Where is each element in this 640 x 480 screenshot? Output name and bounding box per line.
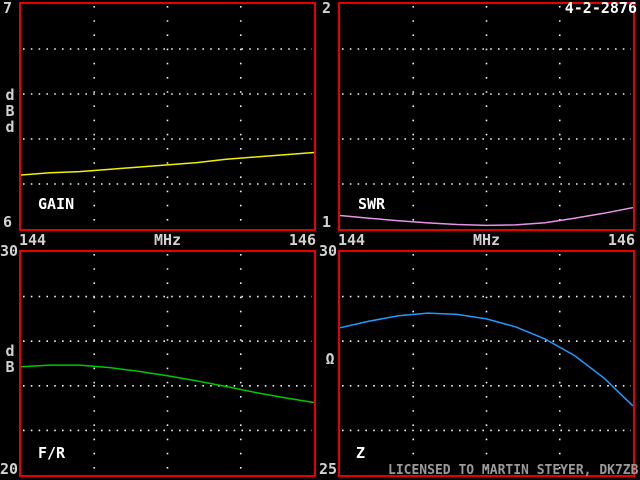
gain-xtick-146: 146 <box>288 231 316 249</box>
fr-ytick-top: 30 <box>0 242 19 260</box>
z-yaxis-unit-ohm: Ω <box>324 351 336 367</box>
yaxis-unit-char: Ω <box>325 350 335 368</box>
antenna-analysis-screen: { "window": { "date_stamp": "4-2-2876", … <box>0 0 640 480</box>
z-ytick-top: 30 <box>319 242 338 260</box>
fr-panel-title: F/R <box>38 444 66 462</box>
z-curve <box>340 312 633 407</box>
fr-ytick-bottom: 20 <box>0 460 19 478</box>
swr-ytick-top: 2 <box>322 0 332 17</box>
gain-ytick-top: 7 <box>3 0 13 17</box>
gain-yaxis-unit-dbd: dBd <box>4 87 16 135</box>
swr-xaxis-row: 144 MHz 146 <box>338 232 635 248</box>
z-panel-title: Z <box>356 444 366 462</box>
z-ytick-bottom: 25 <box>319 460 338 478</box>
gain-xaxis-unit: MHz <box>153 231 182 249</box>
gain-panel-title: GAIN <box>38 195 75 213</box>
fr-yaxis-unit-db: dB <box>4 343 16 375</box>
yaxis-unit-char: B <box>5 358 15 376</box>
gain-ytick-bottom: 6 <box>3 213 13 231</box>
fr-chart-panel <box>19 250 316 477</box>
swr-ytick-bottom: 1 <box>322 213 332 231</box>
swr-xtick-146: 146 <box>607 231 635 249</box>
swr-xtick-144: 144 <box>338 231 366 249</box>
yaxis-unit-char: d <box>5 342 15 360</box>
swr-panel-title: SWR <box>358 195 386 213</box>
gain-xaxis-row: 144 MHz 146 <box>19 232 316 248</box>
z-chart-panel <box>338 250 635 477</box>
yaxis-unit-char: B <box>5 102 15 120</box>
swr-xaxis-unit: MHz <box>472 231 501 249</box>
yaxis-unit-char: d <box>5 86 15 104</box>
z-plot <box>340 254 633 473</box>
gain-xtick-144: 144 <box>19 231 47 249</box>
date-stamp: 4-2-2876 <box>564 0 637 17</box>
license-text: LICENSED TO MARTIN STEYER, DK7ZB <box>388 463 639 478</box>
fr-plot <box>21 254 314 473</box>
yaxis-unit-char: d <box>5 118 15 136</box>
